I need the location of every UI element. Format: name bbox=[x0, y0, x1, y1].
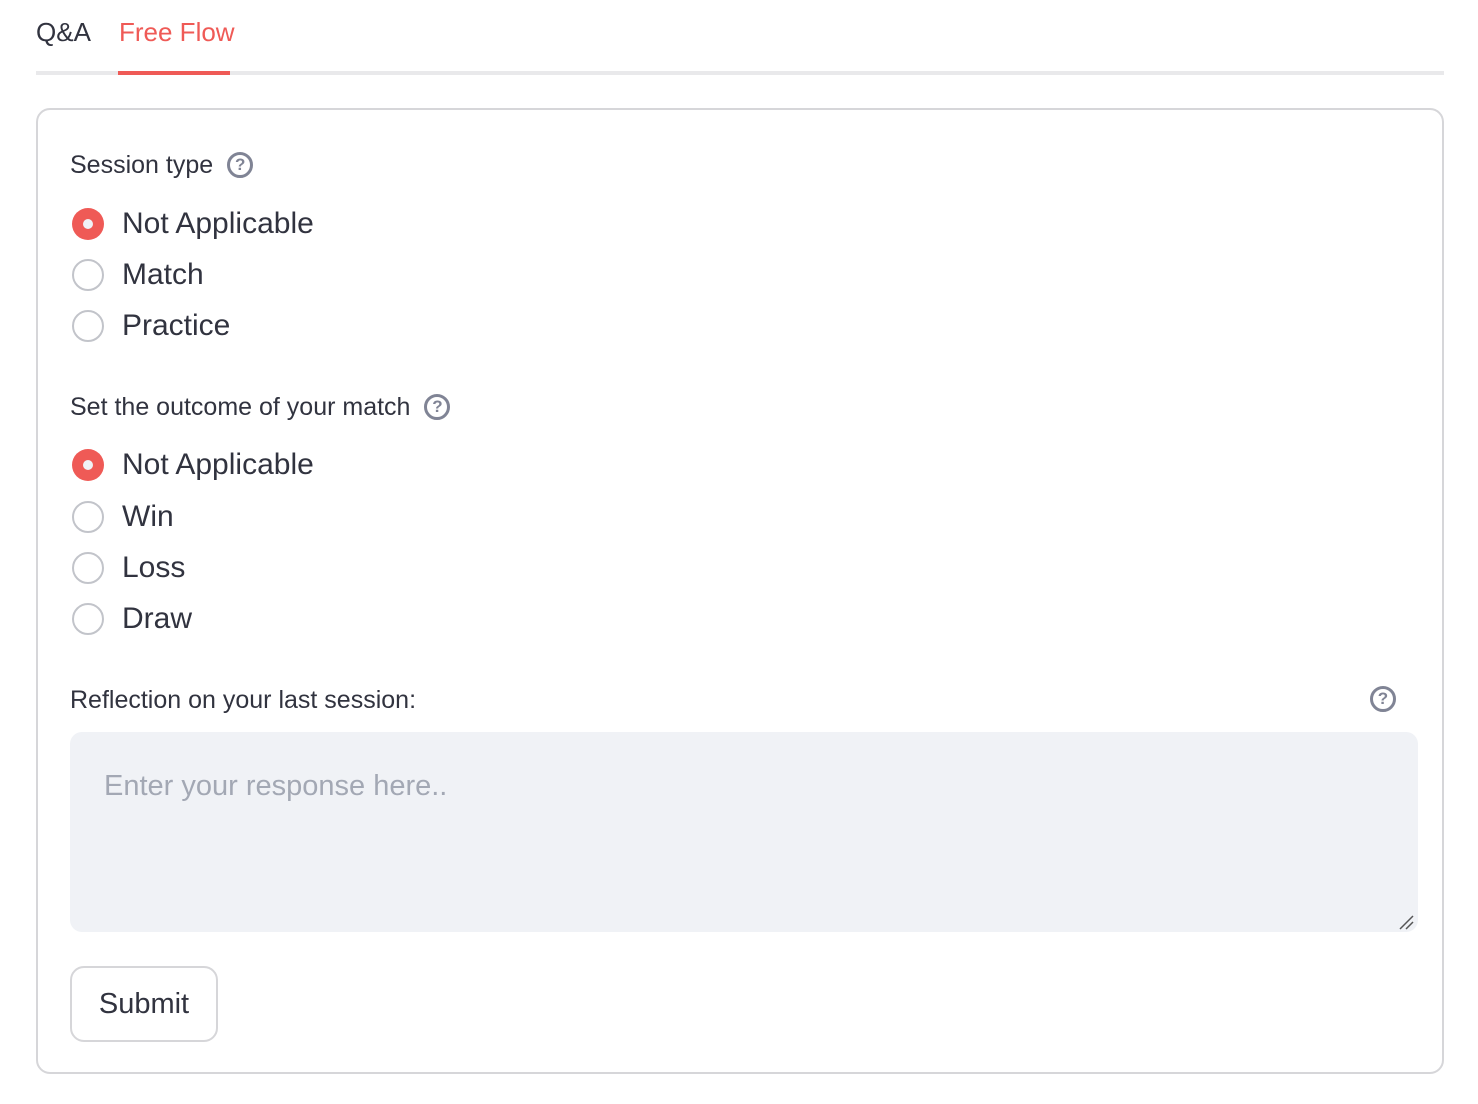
active-tab-indicator bbox=[118, 71, 230, 75]
radio-unselected[interactable] bbox=[72, 603, 104, 635]
tab-bar: Q&A Free Flow bbox=[36, 0, 1444, 76]
reflection-textarea[interactable] bbox=[70, 732, 1418, 932]
session-type-option-match[interactable]: Match bbox=[72, 255, 204, 295]
session-type-option-practice[interactable]: Practice bbox=[72, 306, 230, 346]
reflection-label-row: Reflection on your last session: bbox=[70, 683, 416, 717]
radio-unselected[interactable] bbox=[72, 310, 104, 342]
radio-selected[interactable] bbox=[72, 449, 104, 481]
outcome-option-draw[interactable]: Draw bbox=[72, 599, 192, 639]
radio-unselected[interactable] bbox=[72, 501, 104, 533]
tab-free-flow[interactable]: Free Flow bbox=[119, 14, 235, 50]
radio-label: Not Applicable bbox=[122, 448, 314, 481]
session-type-label-row: Session type ? bbox=[70, 148, 254, 182]
radio-label: Draw bbox=[122, 602, 193, 635]
radio-selected[interactable] bbox=[72, 208, 104, 240]
resize-handle-icon[interactable] bbox=[1398, 914, 1414, 930]
outcome-option-not-applicable[interactable]: Not Applicable bbox=[72, 445, 314, 485]
reflection-label: Reflection on your last session: bbox=[70, 686, 417, 714]
outcome-option-win[interactable]: Win bbox=[72, 497, 174, 537]
question-circle-icon[interactable]: ? bbox=[227, 152, 254, 178]
free-flow-form: Session type ? Not Applicable Match Prac… bbox=[36, 108, 1444, 1074]
radio-unselected[interactable] bbox=[72, 552, 104, 584]
outcome-label: Set the outcome of your match bbox=[70, 393, 411, 421]
radio-unselected[interactable] bbox=[72, 259, 104, 291]
radio-label: Match bbox=[122, 258, 204, 291]
outcome-label-row: Set the outcome of your match ? bbox=[70, 390, 451, 424]
tab-track bbox=[36, 71, 1444, 75]
tab-qa[interactable]: Q&A bbox=[36, 14, 91, 50]
radio-label: Practice bbox=[122, 309, 231, 342]
session-type-label: Session type bbox=[70, 151, 214, 179]
submit-button[interactable]: Submit bbox=[70, 966, 218, 1042]
outcome-option-loss[interactable]: Loss bbox=[72, 548, 185, 588]
session-type-option-not-applicable[interactable]: Not Applicable bbox=[72, 204, 314, 244]
question-circle-icon[interactable]: ? bbox=[1370, 686, 1396, 712]
radio-label: Loss bbox=[122, 551, 186, 584]
radio-label: Not Applicable bbox=[122, 207, 314, 240]
question-circle-icon[interactable]: ? bbox=[424, 394, 451, 420]
radio-label: Win bbox=[122, 500, 174, 533]
